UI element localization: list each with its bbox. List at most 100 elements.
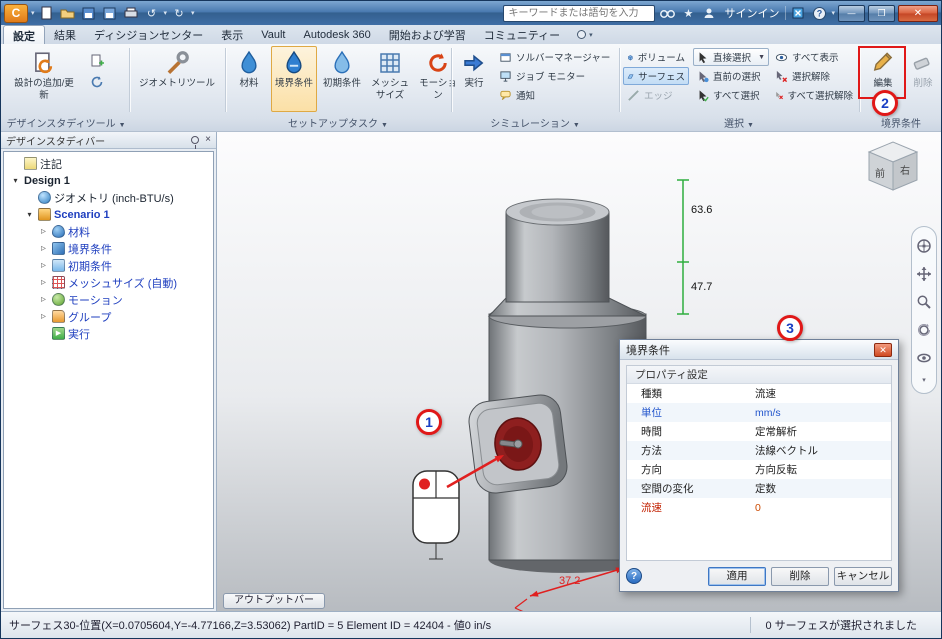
select-volume-button[interactable]: ボリューム — [623, 48, 689, 66]
user-icon[interactable] — [700, 5, 718, 21]
delete-boundary-button[interactable]: 削除 — [905, 46, 941, 112]
select-edge-button[interactable]: エッジ — [623, 86, 689, 104]
exchange-apps-icon[interactable] — [789, 5, 807, 21]
front-boss[interactable] — [467, 393, 570, 496]
tree-item-geometry[interactable]: ジオメトリ (inch-BTU/s) — [4, 189, 213, 206]
materials-button[interactable]: 材料 — [229, 46, 269, 112]
group-simulation[interactable]: シミュレーション ▼ — [451, 118, 619, 132]
undo-icon[interactable]: ↺ — [143, 5, 161, 21]
undo-caret-icon[interactable]: ▾ — [164, 9, 168, 17]
collapse-arrow-icon[interactable] — [38, 311, 49, 322]
new-file-icon[interactable] — [38, 5, 56, 22]
help-caret-icon[interactable]: ▾ — [831, 9, 835, 17]
maximize-button[interactable] — [868, 4, 895, 22]
boundary-conditions-button[interactable]: 境界条件 — [271, 46, 317, 112]
app-logo-icon[interactable]: C — [4, 3, 28, 23]
collapse-arrow-icon[interactable] — [38, 294, 49, 305]
property-row-units[interactable]: 単位 mm/s — [627, 403, 891, 422]
collapse-arrow-icon[interactable] — [38, 226, 49, 237]
tree-item-groups[interactable]: グループ — [4, 308, 213, 325]
tree-item-boundary-conditions[interactable]: 境界条件 — [4, 240, 213, 257]
tree-item-materials[interactable]: 材料 — [4, 223, 213, 240]
property-row-method[interactable]: 方法 法線ベクトル — [627, 441, 891, 460]
binoculars-search-icon[interactable] — [658, 5, 676, 21]
look-around-icon[interactable] — [914, 348, 934, 368]
dialog-delete-button[interactable]: 削除 — [771, 566, 829, 586]
collapse-arrow-icon[interactable] — [38, 260, 49, 271]
steering-wheel-icon[interactable] — [914, 236, 934, 256]
navbar-caret-icon[interactable]: ▾ — [922, 376, 926, 384]
group-design-study-tools[interactable]: デザインスタディツール ▼ — [1, 118, 131, 132]
tree-item-notes[interactable]: 注記 — [4, 155, 213, 172]
tab-autodesk-360[interactable]: Autodesk 360 — [295, 25, 380, 44]
tab-get-started[interactable]: 開始および学習 — [380, 25, 475, 44]
job-monitor-button[interactable]: ジョブ モニター — [495, 67, 617, 85]
mesh-size-button[interactable]: メッシュサイズ — [367, 46, 413, 112]
output-bar-button[interactable]: アウトプットバー — [223, 593, 325, 609]
tab-decision-center[interactable]: ディシジョンセンター — [85, 25, 212, 44]
dialog-close-icon[interactable]: ✕ — [874, 342, 892, 357]
tab-results[interactable]: 結果 — [45, 25, 85, 44]
property-row-type[interactable]: 種類 流速 — [627, 384, 891, 403]
dialog-help-icon[interactable]: ? — [626, 568, 642, 584]
apply-button[interactable]: 適用 — [708, 566, 766, 586]
add-update-design-button[interactable]: 設計の追加/更新 — [4, 46, 84, 112]
property-row-velocity[interactable]: 流速 0 — [627, 498, 891, 517]
orbit-icon[interactable] — [914, 320, 934, 340]
zoom-icon[interactable] — [914, 292, 934, 312]
expand-arrow-icon[interactable] — [24, 210, 35, 219]
solve-button[interactable]: 実行 — [455, 46, 493, 112]
redo-caret-icon[interactable]: ▾ — [191, 9, 195, 17]
property-row-time[interactable]: 時間 定常解析 — [627, 422, 891, 441]
open-file-icon[interactable] — [59, 5, 77, 22]
viewcube-right-label[interactable]: 右 — [900, 164, 910, 177]
ribbon-options[interactable]: ▾ — [577, 25, 593, 44]
group-setup-tasks[interactable]: セットアップタスク ▼ — [225, 118, 451, 132]
save-as-icon[interactable] — [101, 5, 119, 22]
group-selection[interactable]: 選択 ▼ — [619, 118, 859, 132]
dialog-title-bar[interactable]: 境界条件 ✕ — [620, 340, 898, 360]
help-icon[interactable]: ? — [810, 5, 828, 21]
minimize-button[interactable] — [838, 4, 865, 22]
tree-item-mesh-size[interactable]: メッシュサイズ (自動) — [4, 274, 213, 291]
tree-item-motion[interactable]: モーション — [4, 291, 213, 308]
ribbon-collapse-caret-icon[interactable]: ▾ — [589, 31, 593, 39]
add-design-small-button[interactable] — [87, 51, 106, 70]
collapse-arrow-icon[interactable] — [38, 243, 49, 254]
pin-icon[interactable] — [191, 136, 200, 149]
view-cube[interactable]: 前 右 — [859, 134, 927, 200]
tree-item-design[interactable]: Design 1 — [4, 172, 213, 189]
expand-arrow-icon[interactable] — [10, 176, 21, 185]
direct-select-caret-icon[interactable]: ▼ — [758, 54, 765, 61]
print-icon[interactable] — [122, 5, 140, 22]
initial-conditions-button[interactable]: 初期条件 — [319, 46, 365, 112]
cancel-button[interactable]: キャンセル — [834, 566, 892, 586]
tab-vault[interactable]: Vault — [252, 25, 294, 44]
notification-button[interactable]: 通知 — [495, 86, 617, 104]
close-button[interactable] — [898, 4, 938, 22]
update-design-small-button[interactable] — [87, 72, 106, 91]
select-all-button[interactable]: すべて選択 — [693, 86, 769, 104]
property-row-spatial[interactable]: 空間の変化 定数 — [627, 479, 891, 498]
select-surface-button[interactable]: サーフェス — [623, 67, 689, 85]
app-menu-caret-icon[interactable]: ▾ — [31, 9, 35, 17]
tree-item-solve[interactable]: 実行 — [4, 325, 213, 342]
tree-item-initial-conditions[interactable]: 初期条件 — [4, 257, 213, 274]
previous-selection-button[interactable]: 直前の選択 — [693, 67, 769, 85]
property-row-direction[interactable]: 方向 方向反転 — [627, 460, 891, 479]
direct-select-combo[interactable]: 直接選択 ▼ — [693, 48, 769, 66]
star-favorites-icon[interactable]: ★ — [679, 5, 697, 21]
tab-settings[interactable]: 設定 — [3, 25, 45, 44]
tab-view[interactable]: 表示 — [212, 25, 252, 44]
solver-manager-button[interactable]: ソルバーマネージャー — [495, 48, 617, 66]
deselect-all-button[interactable]: すべて選択解除 — [771, 86, 857, 104]
show-all-button[interactable]: すべて表示 — [771, 48, 857, 66]
geometry-tools-button[interactable]: ジオメトリツール — [133, 46, 221, 112]
tree-item-scenario[interactable]: Scenario 1 — [4, 206, 213, 223]
tab-community[interactable]: コミュニティー — [475, 25, 569, 44]
search-input[interactable] — [503, 4, 656, 22]
viewcube-front-label[interactable]: 前 — [875, 167, 885, 180]
redo-icon[interactable]: ↻ — [170, 5, 188, 21]
deselect-button[interactable]: 選択解除 — [771, 67, 857, 85]
save-icon[interactable] — [80, 5, 98, 22]
